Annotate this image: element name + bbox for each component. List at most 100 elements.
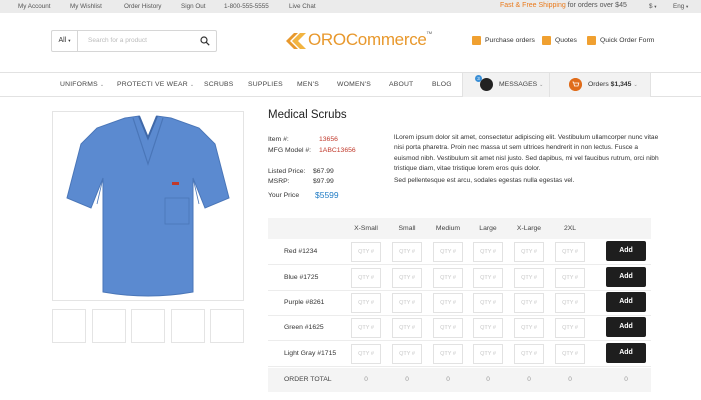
qty-input[interactable]: QTY # — [351, 344, 381, 364]
qty-input[interactable]: QTY # — [433, 242, 463, 262]
search-bar[interactable]: All ▾ Search for a product — [51, 30, 217, 52]
nav-item-womens[interactable]: WOMEN'S — [337, 81, 371, 88]
qty-input[interactable]: QTY # — [473, 293, 503, 313]
qty-input[interactable]: QTY # — [514, 242, 544, 262]
size-header: Small — [398, 225, 416, 232]
sign-out-link[interactable]: Sign Out — [181, 3, 206, 10]
qty-input[interactable]: QTY # — [351, 293, 381, 313]
qty-input[interactable]: QTY # — [351, 268, 381, 288]
qty-input[interactable]: QTY # — [433, 268, 463, 288]
shipping-promo: Fast & Free Shipping for orders over $45 — [500, 2, 627, 9]
qty-input[interactable]: QTY # — [555, 293, 585, 313]
qty-input[interactable]: QTY # — [392, 293, 422, 313]
quick-order-form-link[interactable]: Quick Order Form — [587, 36, 654, 45]
purchase-orders-label: Purchase orders — [485, 37, 535, 44]
quotes-link[interactable]: Quotes — [542, 36, 577, 45]
listed-price-value: $67.99 — [313, 168, 334, 175]
qty-input[interactable]: QTY # — [473, 268, 503, 288]
variant-label: Blue #1725 — [284, 274, 319, 281]
language-selector[interactable]: Eng ▾ — [673, 3, 688, 10]
qty-input[interactable]: QTY # — [392, 268, 422, 288]
size-header: Medium — [435, 225, 461, 232]
qty-input[interactable]: QTY # — [433, 293, 463, 313]
nav-item-supplies[interactable]: SUPPLIES — [248, 81, 283, 88]
scrub-shirt-image — [66, 115, 230, 297]
qty-input[interactable]: QTY # — [514, 344, 544, 364]
main-navigation: UNIFORMS ⌄ PROTECTI VE WEAR ⌄ SCRUBS SUPPL… — [0, 72, 701, 97]
add-button[interactable]: Add — [606, 267, 646, 287]
listed-price-label: Listed Price: — [268, 168, 306, 175]
shipping-highlight: Fast & Free Shipping — [500, 2, 566, 9]
my-account-link[interactable]: My Account — [18, 3, 51, 10]
product-thumbnail[interactable] — [171, 309, 205, 343]
add-button[interactable]: Add — [606, 241, 646, 261]
search-input[interactable]: Search for a product — [88, 31, 147, 51]
shipping-rest: for orders over $45 — [567, 2, 627, 9]
nav-item-mens[interactable]: MEN'S — [297, 81, 319, 88]
qty-input[interactable]: QTY # — [473, 318, 503, 338]
qty-input[interactable]: QTY # — [433, 344, 463, 364]
nav-item-scrubs[interactable]: SCRUBS — [204, 81, 234, 88]
matrix-order-grid: X-Small Small Medium Large X-Large 2XL R… — [268, 218, 651, 392]
logo-tm: TM — [426, 30, 432, 35]
total-value: 0 — [446, 376, 450, 383]
search-icon[interactable] — [200, 36, 210, 46]
total-value: 0 — [624, 376, 628, 383]
product-thumbnail[interactable] — [210, 309, 244, 343]
product-thumbnail[interactable] — [52, 309, 86, 343]
qty-input[interactable]: QTY # — [351, 242, 381, 262]
add-button[interactable]: Add — [606, 343, 646, 363]
messages-label: MESSAGES ⌄ — [499, 81, 544, 88]
orders-cart-button[interactable]: Orders $1,345 ⌄ — [550, 73, 651, 97]
qty-input[interactable]: QTY # — [555, 344, 585, 364]
qty-input[interactable]: QTY # — [473, 242, 503, 262]
variant-row: Green #1625 QTY # QTY # QTY # QTY # QTY # QTY … — [268, 316, 651, 341]
nav-item-protective-wear[interactable]: PROTECTI VE WEAR ⌄ — [117, 81, 194, 88]
description-paragraph: Sed pellentesque est arcu, sodales egest… — [394, 177, 575, 185]
qty-input[interactable]: QTY # — [392, 344, 422, 364]
logo-mark-icon — [286, 33, 306, 49]
purchase-orders-link[interactable]: Purchase orders — [472, 36, 535, 45]
site-header: All ▾ Search for a product OROCommerceTM… — [0, 13, 701, 71]
total-value: 0 — [405, 376, 409, 383]
qty-input[interactable]: QTY # — [473, 344, 503, 364]
qty-input[interactable]: QTY # — [514, 318, 544, 338]
nav-item-uniforms[interactable]: UNIFORMS ⌄ — [60, 81, 104, 88]
qty-input[interactable]: QTY # — [514, 293, 544, 313]
search-scope-select[interactable]: All ▾ — [52, 31, 78, 51]
my-wishlist-link[interactable]: My Wishlist — [70, 3, 102, 10]
size-header: X-Small — [354, 225, 378, 232]
product-title: Medical Scrubs — [268, 109, 347, 121]
nav-item-about[interactable]: ABOUT — [389, 81, 413, 88]
order-total-row: ORDER TOTAL 0 0 0 0 0 0 0 — [268, 368, 651, 392]
qty-input[interactable]: QTY # — [392, 318, 422, 338]
message-bubble-icon — [480, 78, 493, 91]
variant-row: Blue #1725 QTY # QTY # QTY # QTY # QTY # QTY #… — [268, 266, 651, 291]
add-button[interactable]: Add — [606, 317, 646, 337]
total-value: 0 — [568, 376, 572, 383]
currency-selector[interactable]: $ ▾ — [649, 3, 657, 10]
product-main-image[interactable] — [52, 111, 244, 301]
logo-wordmark: OROCommerceTM — [308, 30, 432, 50]
qty-input[interactable]: QTY # — [392, 242, 422, 262]
qty-input[interactable]: QTY # — [555, 268, 585, 288]
total-value: 0 — [364, 376, 368, 383]
product-thumbnail[interactable] — [131, 309, 165, 343]
messages-button[interactable]: 3 MESSAGES ⌄ — [462, 73, 550, 97]
variant-row: Red #1234 QTY # QTY # QTY # QTY # QTY # QTY # A… — [268, 240, 651, 265]
qty-input[interactable]: QTY # — [555, 318, 585, 338]
product-thumbnail[interactable] — [92, 309, 126, 343]
live-chat-link[interactable]: Live Chat — [289, 3, 316, 10]
phone-number[interactable]: 1-800-555-5555 — [224, 3, 269, 10]
add-button[interactable]: Add — [606, 292, 646, 312]
your-price-value: $5599 — [315, 190, 339, 200]
qty-input[interactable]: QTY # — [555, 242, 585, 262]
qty-input[interactable]: QTY # — [351, 318, 381, 338]
size-header: X-Large — [516, 225, 542, 232]
description-paragraph: lLorem ipsum dolor sit amet, consectetur… — [394, 134, 659, 172]
cart-icon — [569, 78, 582, 91]
qty-input[interactable]: QTY # — [433, 318, 463, 338]
qty-input[interactable]: QTY # — [514, 268, 544, 288]
nav-item-blog[interactable]: BLOG — [432, 81, 452, 88]
order-history-link[interactable]: Order History — [124, 3, 161, 10]
